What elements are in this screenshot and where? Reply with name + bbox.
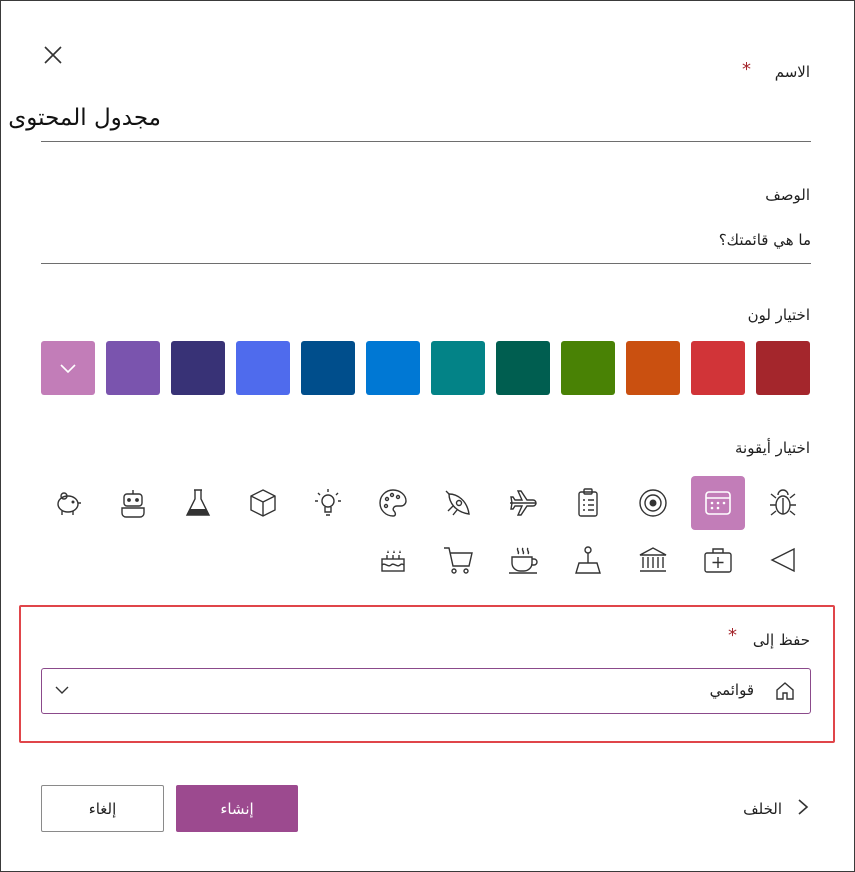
color-swatch[interactable]: [171, 341, 225, 395]
cube-icon[interactable]: [236, 476, 290, 530]
color-swatch[interactable]: [496, 341, 550, 395]
medical-kit-icon[interactable]: [691, 533, 745, 587]
save-to-label: حفظ إلى: [752, 631, 810, 649]
color-swatch[interactable]: [236, 341, 290, 395]
icon-label: اختيار أيقونة: [735, 439, 810, 457]
chevron-right-icon: [796, 797, 810, 821]
home-icon: [774, 680, 796, 706]
color-label: اختيار لون: [747, 306, 810, 324]
create-list-dialog: الاسم * مجدول المحتوى الوصف ما هي قائمتك…: [0, 0, 855, 872]
save-to-value: قوائمي: [709, 681, 754, 699]
cancel-button-label: إلغاء: [88, 799, 117, 818]
checkmark-chevron-icon: [60, 364, 76, 374]
name-label: الاسم: [775, 63, 810, 81]
rocket-icon[interactable]: [431, 476, 485, 530]
back-button[interactable]: الخلف: [743, 797, 810, 821]
save-to-required-marker: *: [728, 625, 737, 646]
name-label-text: الاسم: [774, 63, 810, 81]
calendar-icon[interactable]: [691, 476, 745, 530]
lightbulb-icon[interactable]: [301, 476, 355, 530]
cancel-button[interactable]: إلغاء: [41, 785, 164, 832]
color-swatch[interactable]: [626, 341, 680, 395]
name-required-marker: *: [742, 59, 751, 80]
clipboard-icon[interactable]: [561, 476, 615, 530]
create-button-label: إنشاء: [220, 799, 254, 818]
save-to-dropdown[interactable]: قوائمي: [41, 668, 811, 714]
description-placeholder: ما هي قائمتك؟: [718, 231, 811, 249]
color-swatch[interactable]: [366, 341, 420, 395]
chevron-down-icon: [54, 682, 70, 702]
robot-icon[interactable]: [106, 476, 160, 530]
cart-icon[interactable]: [431, 533, 485, 587]
color-swatch[interactable]: [431, 341, 485, 395]
color-swatch[interactable]: [301, 341, 355, 395]
color-swatch[interactable]: [106, 341, 160, 395]
bank-icon[interactable]: [626, 533, 680, 587]
name-field[interactable]: مجدول المحتوى: [8, 101, 811, 142]
color-swatch[interactable]: [691, 341, 745, 395]
description-label: الوصف: [765, 186, 810, 204]
coffee-icon[interactable]: [496, 533, 550, 587]
color-swatch[interactable]: [756, 341, 810, 395]
color-swatch[interactable]: [41, 341, 95, 395]
color-swatch[interactable]: [561, 341, 615, 395]
flask-icon[interactable]: [171, 476, 225, 530]
create-button[interactable]: إنشاء: [176, 785, 298, 832]
palette-icon[interactable]: [366, 476, 420, 530]
cake-icon[interactable]: [366, 533, 420, 587]
name-field-value: مجدول المحتوى: [8, 105, 161, 131]
back-button-label: الخلف: [743, 800, 782, 818]
triangle-left-icon[interactable]: [756, 533, 810, 587]
joystick-icon[interactable]: [561, 533, 615, 587]
bug-icon[interactable]: [756, 476, 810, 530]
piggy-bank-icon[interactable]: [41, 476, 95, 530]
description-field[interactable]: ما هي قائمتك؟: [41, 223, 811, 264]
close-icon[interactable]: [39, 41, 67, 69]
target-icon[interactable]: [626, 476, 680, 530]
airplane-icon[interactable]: [496, 476, 550, 530]
